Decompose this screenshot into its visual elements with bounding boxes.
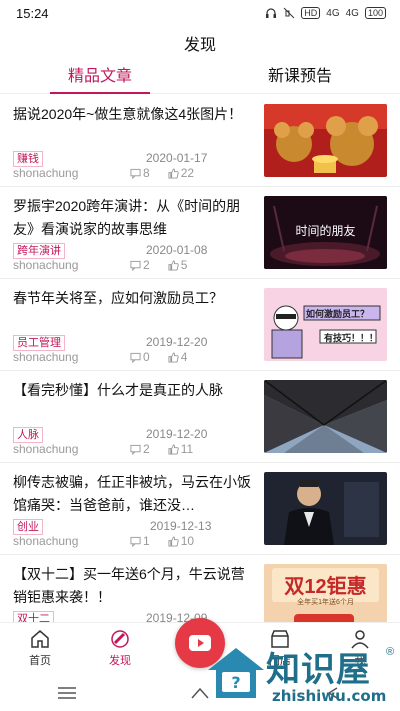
watermark-title: 知识屋 <box>266 650 371 690</box>
article-stats: 8 22 <box>130 166 194 180</box>
status-bar: 15:24 HD 4G 4G 100 <box>0 0 400 26</box>
comment-count: 8 <box>143 166 150 180</box>
thumbnail-text: 如何激励员工？ <box>306 309 370 319</box>
list-item[interactable]: 【双十二】买一年送6个月，牛云说营销钜惠来袭！！ 双十二 2019-12-09 … <box>0 555 400 622</box>
page-title: 发现 <box>183 37 216 54</box>
headphones-icon <box>266 8 277 18</box>
list-item[interactable]: 罗振宇2020跨年演讲：从《时间的朋友》看演说家的故事思维 跨年演讲 2020-… <box>0 187 400 279</box>
article-tag: 人脉 <box>13 427 43 443</box>
article-date: 2020-01-08 <box>146 243 208 257</box>
article-title: 【看完秒懂】什么才是真正的人脉 <box>13 382 223 398</box>
article-stats: 2 5 <box>130 258 187 272</box>
like-icon <box>168 443 179 455</box>
watermark-logo-icon: ? <box>208 648 264 698</box>
article-thumbnail: 时间的朋友 <box>264 196 387 269</box>
like-count: 22 <box>180 166 195 180</box>
svg-text:?: ? <box>231 673 240 692</box>
article-thumbnail <box>264 380 387 453</box>
article-list: 据说2020年~做生意就像这4张图片！ 赚钱 2020-01-17 shonac… <box>0 95 400 622</box>
battery-icon: 100 <box>364 7 386 19</box>
article-tag: 创业 <box>13 519 43 535</box>
article-author: shonachung <box>13 534 79 548</box>
discover-icon <box>111 629 129 648</box>
comment-count: 1 <box>143 534 150 548</box>
hd-badge: HD <box>301 7 321 19</box>
article-date: 2019-12-20 <box>146 335 208 349</box>
nav-home-label: 首页 <box>29 654 51 667</box>
article-author: shonachung <box>13 350 79 364</box>
status-icons: HD 4G 4G 100 <box>265 7 386 19</box>
menu-icon[interactable] <box>57 686 77 700</box>
network-1: 4G <box>326 7 340 19</box>
comment-count: 2 <box>143 442 150 456</box>
tab-bar: 精品文章 新课预告 <box>0 62 400 94</box>
article-stats: 2 11 <box>130 442 193 456</box>
tab-new-courses[interactable]: 新课预告 <box>200 62 400 93</box>
article-tag: 双十二 <box>13 611 54 622</box>
article-title: 【双十二】买一年送6个月，牛云说营销钜惠来袭！！ <box>13 566 245 605</box>
like-icon <box>168 535 179 547</box>
list-item[interactable]: 柳传志被骗，任正非被坑，马云在小饭馆痛哭：当爸爸前，谁还没… 创业 2019-1… <box>0 463 400 555</box>
thumbnail-text: 全年买1年送6个月 <box>297 599 354 606</box>
article-author: shonachung <box>13 442 79 456</box>
article-title: 柳传志被骗，任正非被坑，马云在小饭馆痛哭：当爸爸前，谁还没… <box>13 474 251 513</box>
article-date: 2019-12-13 <box>150 519 212 533</box>
list-item[interactable]: 据说2020年~做生意就像这4张图片！ 赚钱 2020-01-17 shonac… <box>0 95 400 187</box>
article-stats: 0 4 <box>130 350 187 364</box>
comment-icon <box>130 536 141 547</box>
comment-count: 0 <box>143 350 150 364</box>
article-thumbnail <box>264 104 387 177</box>
thumbnail-text: 有技巧！！！ <box>324 333 379 343</box>
like-icon <box>168 167 179 179</box>
article-date: 2020-01-17 <box>146 151 208 165</box>
article-thumbnail: 如何激励员工？ 有技巧！！！ <box>264 288 387 361</box>
list-item[interactable]: 【看完秒懂】什么才是真正的人脉 人脉 2019-12-20 shonachung… <box>0 371 400 463</box>
mute-icon <box>283 7 295 19</box>
comment-icon <box>130 168 141 179</box>
like-icon <box>168 351 179 363</box>
comment-icon <box>130 352 141 363</box>
home-icon <box>31 629 49 648</box>
nav-discover[interactable]: 发现 <box>80 623 160 672</box>
article-tag: 赚钱 <box>13 151 43 167</box>
article-thumbnail: 双12钜惠 全年买1年送6个月 <box>264 564 387 622</box>
like-count: 4 <box>180 350 188 364</box>
list-item[interactable]: 春节年关将至，应如何激励员工？ 员工管理 2019-12-20 shonachu… <box>0 279 400 371</box>
comment-icon <box>130 444 141 455</box>
article-title: 罗振宇2020跨年演讲：从《时间的朋友》看演说家的故事思维 <box>13 198 241 237</box>
nav-home[interactable]: 首页 <box>0 623 80 672</box>
nav-discover-label: 发现 <box>109 654 131 667</box>
article-tag: 跨年演讲 <box>13 243 65 259</box>
thumbnail-text: 双12钜惠 <box>284 576 367 598</box>
article-date: 2019-12-20 <box>146 427 208 441</box>
article-author: shonachung <box>13 166 79 180</box>
like-count: 10 <box>180 534 195 548</box>
like-count: 11 <box>180 442 194 456</box>
article-title: 据说2020年~做生意就像这4张图片！ <box>13 106 243 122</box>
article-stats: 1 10 <box>130 534 194 548</box>
watermark: ? 知识屋 ® zhishiwu.com <box>204 636 400 711</box>
like-count: 5 <box>180 258 188 272</box>
article-tag: 员工管理 <box>13 335 65 351</box>
thumbnail-text: 时间的朋友 <box>295 224 356 238</box>
watermark-url: zhishiwu.com <box>272 687 387 705</box>
comment-count: 2 <box>143 258 150 272</box>
page-header: 发现 <box>0 26 400 60</box>
like-icon <box>168 259 179 271</box>
status-time: 15:24 <box>16 5 49 21</box>
tab-featured-articles[interactable]: 精品文章 <box>0 62 200 94</box>
watermark-reg: ® <box>386 646 395 658</box>
article-author: shonachung <box>13 258 79 272</box>
article-title: 春节年关将至，应如何激励员工？ <box>13 290 223 306</box>
article-thumbnail <box>264 472 387 545</box>
comment-icon <box>130 260 141 271</box>
network-2: 4G <box>345 7 359 19</box>
